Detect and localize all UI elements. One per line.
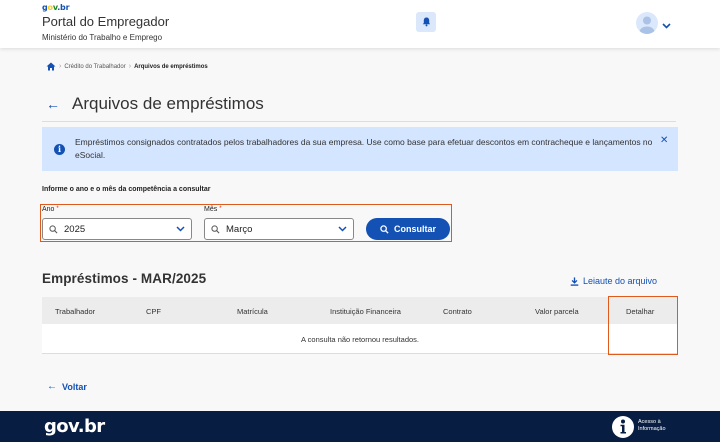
chevron-down-icon [176,226,185,232]
results-title: Empréstimos - MAR/2025 [42,271,207,286]
govbr-logo-small[interactable]: gov.br [42,3,70,12]
column-header-matricula[interactable]: Matrícula [237,307,268,316]
detalhar-highlight-box [608,296,678,355]
access-information-icon[interactable] [612,416,634,438]
search-icon [380,224,389,234]
voltar-label: Voltar [62,381,87,392]
page-title: Arquivos de empréstimos [72,94,264,113]
user-avatar-icon [639,16,655,34]
notifications-button[interactable] [416,12,436,32]
page-title-row: ← Arquivos de empréstimos [46,94,264,114]
table-body: A consulta não retornou resultados. [42,324,678,354]
voltar-link[interactable]: ← Voltar [47,381,87,392]
alert-message: Empréstimos consignados contratados pelo… [75,137,653,160]
search-icon [211,224,220,234]
user-avatar[interactable] [636,12,658,34]
info-alert: i Empréstimos consignados contratados pe… [42,127,678,171]
title-divider [42,121,676,122]
info-icon: i [54,144,65,155]
home-icon[interactable] [46,62,56,71]
close-icon[interactable]: ✕ [660,135,668,146]
month-value: Março [226,223,253,235]
breadcrumb-separator: › [59,63,62,70]
empty-results-message: A consulta não retornou resultados. [301,335,419,344]
column-header-contrato[interactable]: Contrato [443,307,472,316]
chevron-down-icon [662,23,671,29]
filter-instructions: Informe o ano e o mês da competência a c… [42,186,211,193]
month-label: Mês * [204,206,222,213]
table-header: Trabalhador CPF Matrícula Instituição Fi… [42,297,678,324]
portal-title: Portal do Empregador [42,14,170,29]
column-header-valor-parcela[interactable]: Valor parcela [535,307,579,316]
year-select[interactable]: 2025 [42,218,192,240]
app-header: gov.br Portal do Empregador Ministério d… [0,0,720,48]
chevron-down-icon [338,226,347,232]
download-icon [570,276,579,286]
app-footer: gov.br Acesso à Informação [0,411,720,442]
breadcrumb: › Crédito do Trabalhador › Arquivos de e… [46,62,208,71]
search-icon [49,224,58,234]
breadcrumb-item-credito[interactable]: Crédito do Trabalhador [64,64,125,70]
ministry-subtitle: Ministério do Trabalho e Emprego [42,33,163,42]
consultar-button[interactable]: Consultar [366,218,450,240]
bell-icon [422,17,430,27]
layout-file-link[interactable]: Leiaute do arquivo [570,276,657,286]
year-value: 2025 [64,223,86,235]
column-header-instituicao[interactable]: Instituição Financeira [330,307,401,316]
breadcrumb-separator: › [128,63,132,70]
year-label: Ano * [42,206,59,213]
arrow-left-icon: ← [47,381,57,392]
column-header-cpf[interactable]: CPF [146,307,161,316]
breadcrumb-item-current: Arquivos de empréstimos [134,63,208,70]
layout-link-label: Leiaute do arquivo [583,276,658,286]
govbr-footer-logo[interactable]: gov.br [44,416,105,437]
access-information-label[interactable]: Acesso à Informação [638,419,678,433]
user-menu-chevron[interactable] [662,16,671,34]
column-header-trabalhador[interactable]: Trabalhador [55,307,95,316]
consultar-label: Consultar [393,224,436,234]
back-arrow-icon[interactable]: ← [46,96,60,112]
month-select[interactable]: Março [204,218,354,240]
